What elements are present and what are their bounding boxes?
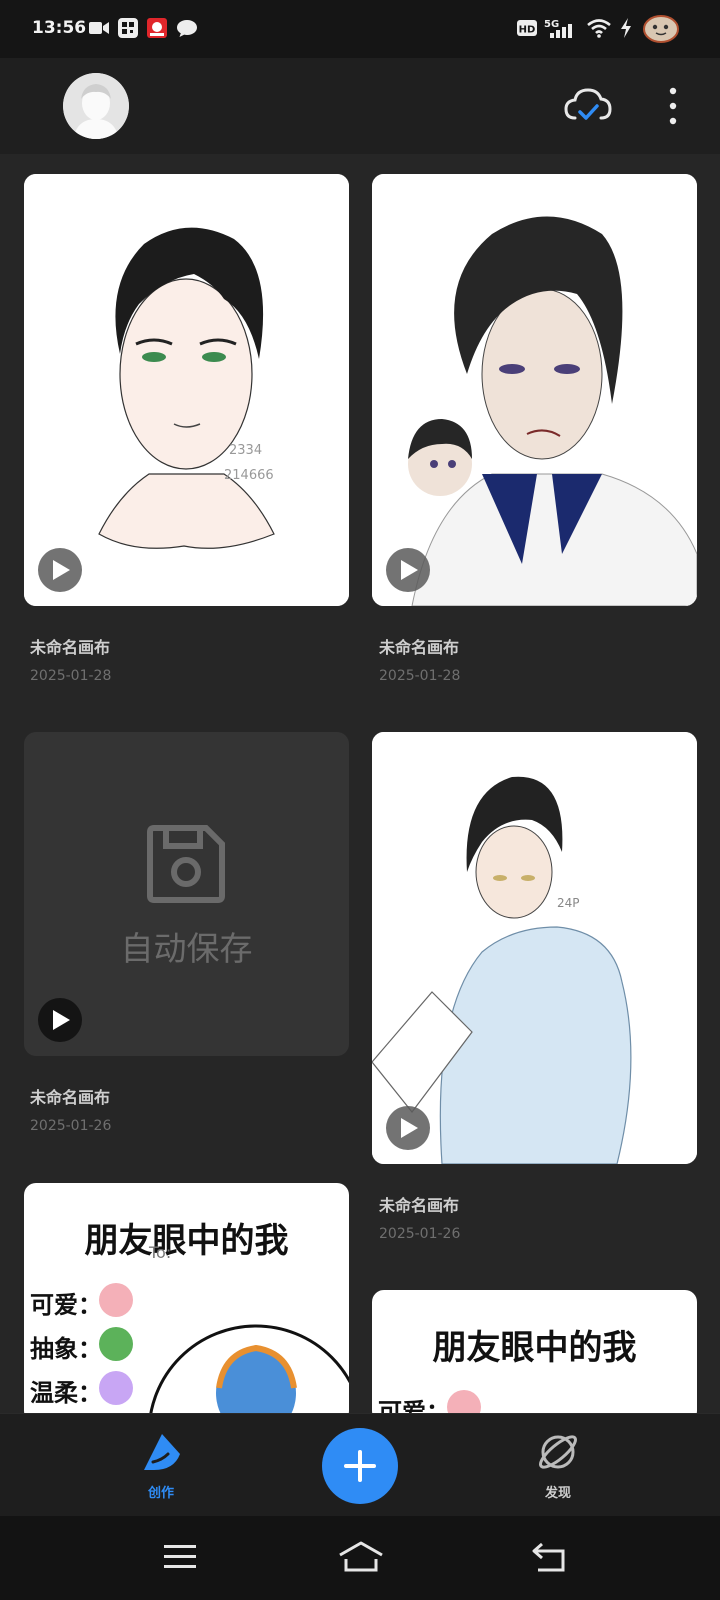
planet-icon bbox=[539, 1435, 577, 1469]
poster-art bbox=[447, 1390, 481, 1423]
brush-create-icon bbox=[144, 1434, 180, 1470]
artwork-card-1[interactable]: 2334 214666 bbox=[24, 174, 349, 606]
wifi-icon bbox=[587, 19, 611, 38]
artwork-title: 未命名画布 bbox=[30, 1088, 111, 1107]
nav-discover-label: 发现 bbox=[545, 1486, 572, 1501]
back-icon[interactable] bbox=[530, 1540, 568, 1574]
artwork-card-2[interactable] bbox=[372, 174, 697, 606]
artwork-title: 未命名画布 bbox=[379, 1196, 460, 1215]
status-bar: 13:56 HD 5G bbox=[0, 0, 720, 58]
play-replay-button[interactable] bbox=[38, 998, 82, 1042]
artwork-date: 2025-01-26 bbox=[30, 1118, 112, 1134]
artwork-date: 2025-01-28 bbox=[30, 668, 112, 684]
svg-text:To:: To: bbox=[148, 1243, 171, 1262]
chat-bubble-icon bbox=[177, 20, 197, 37]
svg-text:2334: 2334 bbox=[229, 443, 262, 458]
artwork-date: 2025-01-28 bbox=[379, 668, 461, 684]
bottom-nav: 创作 发现 bbox=[0, 1413, 720, 1516]
svg-text:HD: HD bbox=[519, 25, 536, 36]
video-call-icon bbox=[89, 22, 109, 34]
artwork-card-6[interactable]: 朋友眼中的我 可爱： bbox=[372, 1290, 697, 1423]
nav-create[interactable]: 创作 bbox=[126, 1424, 198, 1504]
home-icon[interactable] bbox=[337, 1540, 385, 1574]
artwork-date: 2025-01-26 bbox=[379, 1226, 461, 1242]
menu-icon[interactable] bbox=[162, 1542, 198, 1572]
play-replay-button[interactable] bbox=[386, 548, 430, 592]
status-time: 13:56 bbox=[32, 18, 87, 38]
artwork-card-3[interactable]: 自动保存 bbox=[24, 732, 349, 1056]
5g-signal-icon: 5G bbox=[544, 19, 572, 38]
hd-icon: HD bbox=[517, 20, 537, 36]
artwork-title: 未命名画布 bbox=[30, 638, 111, 657]
battery-icon bbox=[643, 15, 679, 43]
cloud-sync-check-icon[interactable] bbox=[563, 84, 613, 128]
nav-create-label: 创作 bbox=[148, 1486, 175, 1501]
artwork-thumbnail-2 bbox=[372, 174, 697, 606]
artwork-thumbnail-1: 2334 214666 bbox=[24, 174, 349, 606]
artwork-thumbnail-4: 24P bbox=[372, 732, 697, 1164]
artwork-card-5[interactable]: 朋友眼中的我 可爱： 抽象： 温柔： To: bbox=[24, 1183, 349, 1423]
red-app-icon bbox=[147, 18, 167, 38]
user-avatar-icon[interactable] bbox=[63, 73, 129, 139]
nav-discover[interactable]: 发现 bbox=[522, 1424, 594, 1504]
poster-art: To: bbox=[99, 1243, 349, 1423]
save-disk-icon bbox=[147, 825, 225, 903]
system-nav-bar bbox=[0, 1516, 720, 1600]
qr-app-icon bbox=[118, 18, 138, 38]
play-replay-button[interactable] bbox=[38, 548, 82, 592]
add-canvas-button[interactable] bbox=[322, 1428, 398, 1504]
artwork-title: 未命名画布 bbox=[379, 638, 460, 657]
app-header bbox=[0, 58, 720, 154]
autosave-label: 自动保存 bbox=[120, 929, 253, 968]
play-replay-button[interactable] bbox=[386, 1106, 430, 1150]
artwork-card-4[interactable]: 24P bbox=[372, 732, 697, 1164]
svg-text:24P: 24P bbox=[557, 896, 580, 910]
plus-icon bbox=[344, 1450, 376, 1482]
svg-text:5G: 5G bbox=[544, 19, 559, 30]
charging-icon bbox=[621, 18, 631, 38]
more-vertical-icon[interactable] bbox=[662, 84, 684, 128]
svg-text:214666: 214666 bbox=[224, 468, 274, 483]
